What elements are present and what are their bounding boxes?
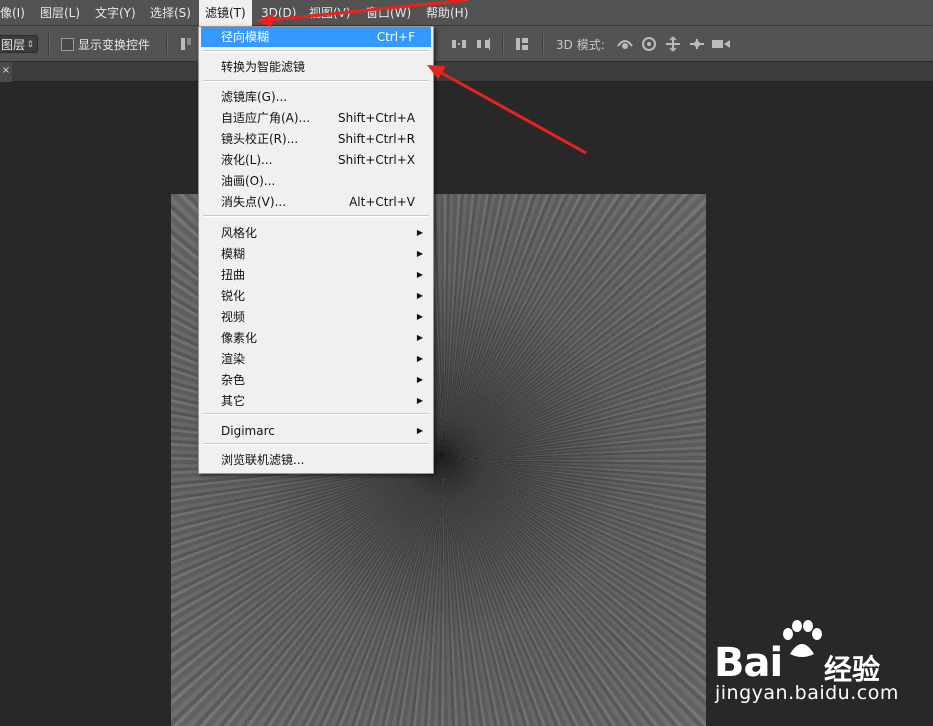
annotation-arrow-to-smart-filter: [427, 65, 587, 155]
watermark-url: jingyan.baidu.com: [715, 682, 899, 704]
annotation-arrow-to-filter-menu: [256, 0, 469, 27]
baidu-logo-text: Bai: [714, 640, 783, 686]
baidu-jingyan-watermark: Bai 经验 jingyan.baidu.com: [712, 620, 898, 710]
annotation-arrows: [256, 0, 587, 155]
baidu-paw-icon: [783, 620, 822, 657]
